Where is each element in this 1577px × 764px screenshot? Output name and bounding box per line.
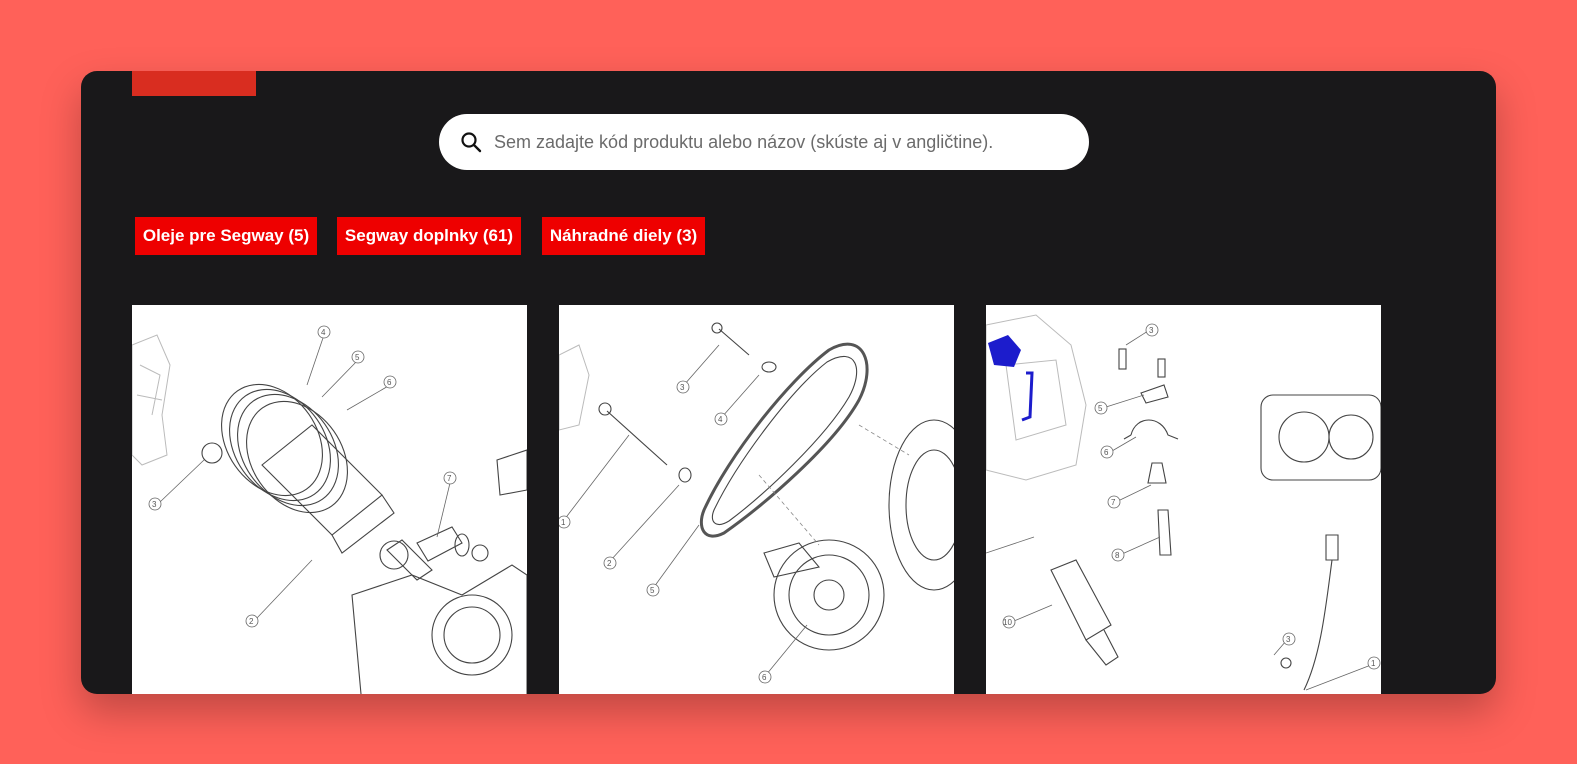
callout-label: 7 [447,474,452,483]
throttle-body-injector-diagram: 3 5 6 7 8 10 3 1 [986,314,1381,691]
callout-label: 6 [387,378,392,387]
callout-label: 6 [762,673,767,682]
callout-label: 5 [650,586,655,595]
search-icon [461,132,482,153]
category-accessories-button[interactable]: Segway doplnky (61) [337,217,521,255]
callout-label: 10 [1003,618,1012,627]
header-tab [132,71,256,96]
callout-label: 4 [718,415,723,424]
callout-label: 1 [561,518,566,527]
callout-label: 2 [249,617,254,626]
callout-label: 3 [680,383,685,392]
callout-label: 3 [152,500,157,509]
callout-label: 3 [1149,326,1154,335]
main-panel: Oleje pre Segway (5) Segway doplnky (61)… [81,71,1496,694]
callout-label: 5 [355,353,360,362]
callout-label: 4 [321,328,326,337]
callout-label: 1 [1371,659,1376,668]
drive-belt-clutch-diagram: 3 4 1 2 5 6 [559,322,954,684]
callout-label: 5 [1098,404,1103,413]
callout-label: 3 [1286,635,1291,644]
callout-label: 6 [1104,448,1109,457]
category-spare-parts-button[interactable]: Náhradné diely (3) [542,217,705,255]
callout-label: 7 [1111,498,1116,507]
piston-assembly-diagram: 4 5 6 3 7 2 [132,325,527,694]
search-bar[interactable] [439,114,1089,170]
product-card-drive-belt[interactable]: 3 4 1 2 5 6 [559,305,954,694]
callout-label: 2 [607,559,612,568]
category-oils-button[interactable]: Oleje pre Segway (5) [135,217,317,255]
product-card-piston[interactable]: 4 5 6 3 7 2 [132,305,527,694]
callout-label: 8 [1115,551,1120,560]
product-card-throttle-body[interactable]: 3 5 6 7 8 10 3 1 [986,305,1381,694]
search-input[interactable] [494,131,1074,153]
